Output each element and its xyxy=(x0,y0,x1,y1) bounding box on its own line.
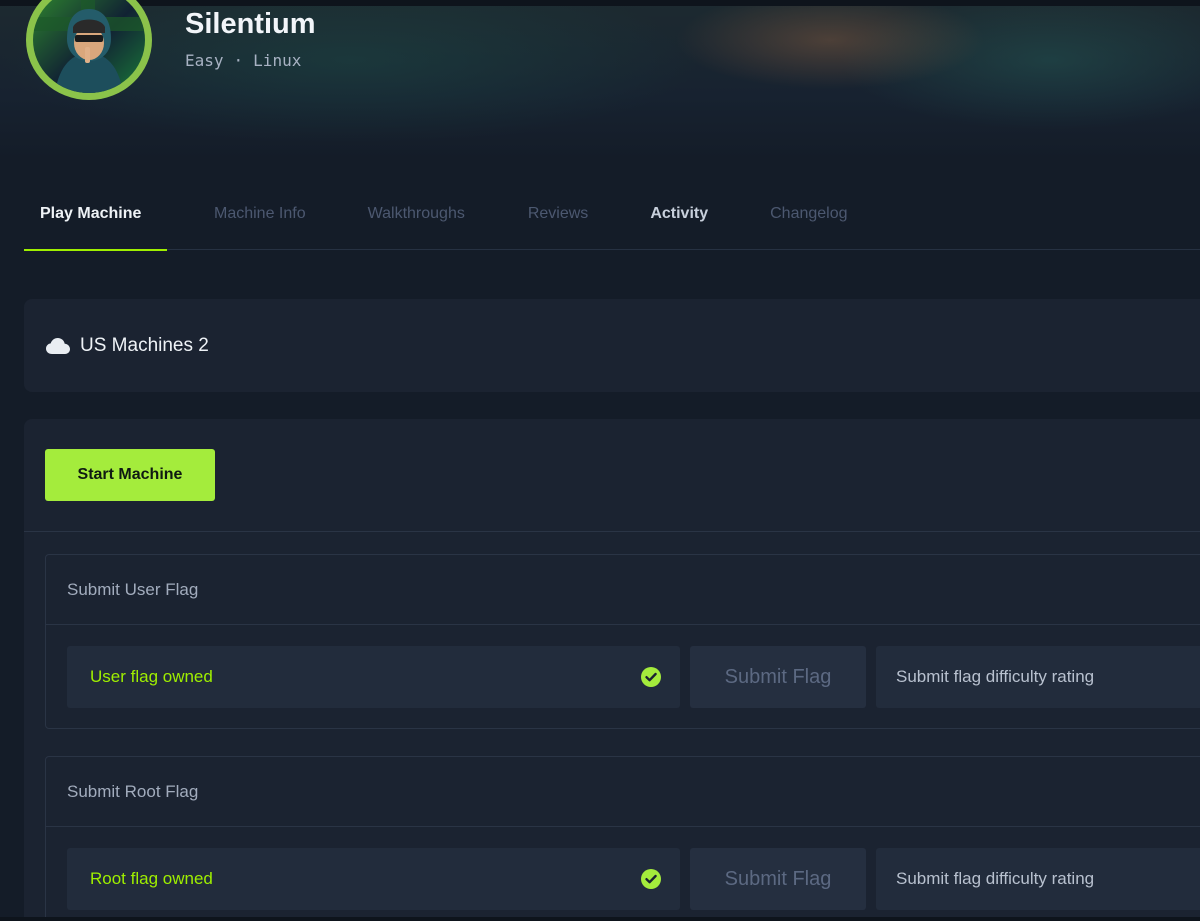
tab-activity[interactable]: Activity xyxy=(634,178,724,250)
avatar-image xyxy=(33,0,145,93)
root-flag-input[interactable]: Root flag owned xyxy=(67,848,680,910)
meta-separator: · xyxy=(233,51,244,70)
machine-name: Silentium xyxy=(185,8,316,40)
os-label: Linux xyxy=(253,51,302,70)
user-flag-row: User flag owned Submit Flag Submit flag … xyxy=(46,625,1200,725)
root-submit-flag-button[interactable]: Submit Flag xyxy=(690,848,866,910)
user-flag-title: Submit User Flag xyxy=(46,555,1200,625)
user-flag-difficulty-rating[interactable]: Submit flag difficulty rating xyxy=(876,646,1200,708)
root-flag-difficulty-rating[interactable]: Submit flag difficulty rating xyxy=(876,848,1200,910)
bottom-border xyxy=(0,917,1200,921)
root-flag-status: Root flag owned xyxy=(90,869,213,888)
tab-reviews[interactable]: Reviews xyxy=(512,178,604,250)
play-panel: Start Machine Submit User Flag User flag… xyxy=(24,419,1200,921)
machine-meta: Easy · Linux xyxy=(185,51,301,70)
tab-machine-info[interactable]: Machine Info xyxy=(198,178,322,250)
server-label: US Machines 2 xyxy=(80,334,209,356)
top-border xyxy=(0,0,1200,6)
tab-play-machine[interactable]: Play Machine xyxy=(24,178,167,251)
root-flag-section: Submit Root Flag Root flag owned Submit … xyxy=(45,756,1200,921)
cloud-icon xyxy=(46,337,70,354)
hacker-icon xyxy=(33,0,145,93)
start-area: Start Machine xyxy=(24,419,1200,532)
root-flag-row: Root flag owned Submit Flag Submit flag … xyxy=(46,827,1200,921)
user-flag-section: Submit User Flag User flag owned Submit … xyxy=(45,554,1200,729)
check-circle-icon xyxy=(641,869,661,889)
root-flag-title: Submit Root Flag xyxy=(46,757,1200,827)
check-circle-icon xyxy=(641,667,661,687)
tab-changelog[interactable]: Changelog xyxy=(754,178,863,250)
machine-tabs: Play Machine Machine Info Walkthroughs R… xyxy=(24,178,1200,251)
tab-walkthroughs[interactable]: Walkthroughs xyxy=(352,178,481,250)
user-submit-flag-button[interactable]: Submit Flag xyxy=(690,646,866,708)
start-machine-button[interactable]: Start Machine xyxy=(45,449,215,501)
machine-header-banner xyxy=(0,0,1200,160)
user-flag-input[interactable]: User flag owned xyxy=(67,646,680,708)
machine-avatar xyxy=(26,0,152,100)
difficulty-label: Easy xyxy=(185,51,224,70)
user-flag-status: User flag owned xyxy=(90,667,213,686)
server-panel: US Machines 2 xyxy=(24,299,1200,392)
